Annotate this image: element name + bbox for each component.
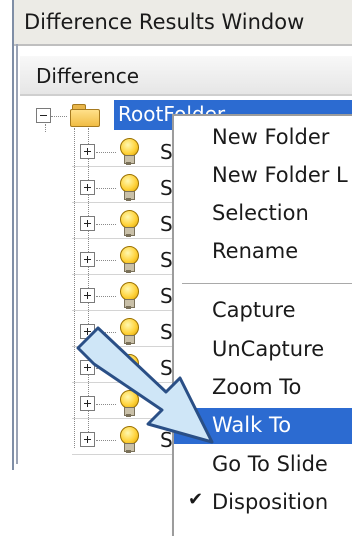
- expand-icon[interactable]: [80, 216, 95, 231]
- panel-edge: [16, 44, 18, 464]
- tree-item-label[interactable]: S: [160, 176, 173, 200]
- tree-item-label[interactable]: S: [160, 248, 173, 272]
- menu-item-disposition[interactable]: ✔ Disposition: [174, 485, 352, 521]
- window-frame-edge: [12, 0, 14, 470]
- light-bulb-icon: [118, 174, 140, 202]
- menu-item-label: Walk To: [212, 413, 292, 437]
- light-bulb-icon: [118, 246, 140, 274]
- expand-icon[interactable]: [80, 180, 95, 195]
- tree-item-label[interactable]: S: [160, 284, 173, 308]
- tree-item-label[interactable]: S: [160, 140, 173, 164]
- tree-connector: [96, 296, 116, 297]
- light-bulb-icon: [118, 210, 140, 238]
- menu-item-label: Go To Slide: [212, 452, 328, 476]
- light-bulb-icon: [118, 282, 140, 310]
- expand-icon[interactable]: [80, 288, 95, 303]
- folder-icon: [70, 104, 100, 127]
- menu-item-label: New Folder L: [212, 163, 348, 187]
- menu-item-rename[interactable]: Rename: [174, 234, 352, 270]
- menu-item-go-to-slide[interactable]: Go To Slide: [174, 447, 352, 483]
- tree-connector: [96, 260, 116, 261]
- window-title: Difference Results Window: [24, 10, 305, 34]
- menu-item-label: New Folder: [212, 125, 330, 149]
- light-bulb-icon: [118, 138, 140, 166]
- menu-item-new-folder[interactable]: New Folder: [174, 120, 352, 156]
- callout-arrow: [76, 326, 214, 444]
- expand-icon[interactable]: [80, 252, 95, 267]
- tree-item-label[interactable]: S: [160, 212, 173, 236]
- menu-item-new-folder-l[interactable]: New Folder L: [174, 158, 352, 194]
- collapse-icon[interactable]: [36, 108, 51, 123]
- menu-item-label: Capture: [212, 298, 296, 322]
- checkmark-icon: ✔: [188, 489, 204, 510]
- menu-separator: [182, 283, 352, 285]
- menu-item-label: Disposition: [212, 490, 329, 514]
- tree-connector: [96, 152, 116, 153]
- menu-item-label: UnCapture: [212, 337, 325, 361]
- column-header-label: Difference: [36, 64, 140, 88]
- menu-item-selection[interactable]: Selection: [174, 196, 352, 232]
- tree-connector: [45, 124, 46, 132]
- tree-connector: [51, 116, 67, 117]
- tree-connector: [96, 224, 116, 225]
- expand-icon[interactable]: [80, 144, 95, 159]
- menu-item-label: Zoom To: [212, 375, 302, 399]
- menu-item-label: Selection: [212, 201, 309, 225]
- menu-item-label: Rename: [212, 239, 299, 263]
- callout-arrow-shape: [76, 326, 214, 444]
- tree-connector: [96, 188, 116, 189]
